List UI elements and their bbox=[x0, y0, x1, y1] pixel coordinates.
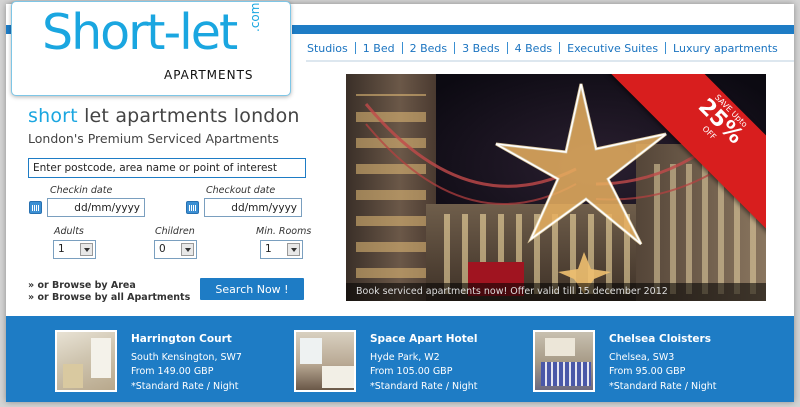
chevron-down-icon[interactable] bbox=[181, 243, 194, 256]
adults-value: 1 bbox=[58, 243, 65, 255]
property-name[interactable]: Harrington Court bbox=[131, 332, 242, 347]
nav-item-4-beds[interactable]: 4 Beds bbox=[508, 42, 560, 55]
property-price: From 95.00 GBP bbox=[609, 366, 686, 377]
headline-rest: let apartments london bbox=[77, 105, 300, 127]
property-location: Chelsea, SW3 bbox=[609, 351, 675, 363]
rooms-value: 1 bbox=[265, 243, 272, 255]
property-info: Harrington Court South Kensington, SW7 F… bbox=[131, 330, 242, 392]
property-thumbnail[interactable] bbox=[533, 330, 595, 392]
property-card[interactable]: Harrington Court South Kensington, SW7 F… bbox=[55, 330, 242, 392]
hero-banner[interactable]: SAVE Upto 25% OFF Book serviced apartmen… bbox=[346, 74, 766, 301]
children-label: Children bbox=[155, 226, 195, 237]
rooms-select[interactable]: 1 bbox=[260, 240, 303, 259]
checkin-calendar-icon[interactable] bbox=[29, 201, 42, 214]
nav-top-bar bbox=[292, 25, 794, 34]
main-nav: Studios 1 Bed 2 Beds 3 Beds 4 Beds Execu… bbox=[300, 38, 785, 58]
nav-item-1-bed[interactable]: 1 Bed bbox=[356, 42, 402, 55]
featured-properties-strip: Harrington Court South Kensington, SW7 F… bbox=[6, 316, 794, 402]
property-thumbnail[interactable] bbox=[294, 330, 356, 392]
location-search-input[interactable] bbox=[28, 158, 306, 178]
property-price: From 149.00 GBP bbox=[131, 366, 214, 377]
hero-caption: Book serviced apartments now! Offer vali… bbox=[346, 283, 766, 301]
checkout-label: Checkout date bbox=[206, 185, 276, 196]
property-location: Hyde Park, W2 bbox=[370, 351, 440, 363]
property-info: Space Apart Hotel Hyde Park, W2 From 105… bbox=[370, 330, 478, 392]
property-card[interactable]: Chelsea Cloisters Chelsea, SW3 From 95.0… bbox=[533, 330, 717, 392]
adults-label: Adults bbox=[54, 226, 84, 237]
property-location: South Kensington, SW7 bbox=[131, 351, 242, 363]
chevron-down-icon[interactable] bbox=[287, 243, 300, 256]
checkin-date-input[interactable] bbox=[47, 198, 145, 217]
checkout-date-input[interactable] bbox=[204, 198, 302, 217]
nav-divider bbox=[306, 60, 794, 62]
nav-item-studios[interactable]: Studios bbox=[300, 42, 355, 55]
rooms-label: Min. Rooms bbox=[256, 226, 312, 237]
checkout-calendar-icon[interactable] bbox=[186, 201, 199, 214]
property-name[interactable]: Space Apart Hotel bbox=[370, 332, 478, 347]
logo-dotcom: .com bbox=[248, 2, 262, 32]
children-select[interactable]: 0 bbox=[154, 240, 197, 259]
logo-wordmark: Short-let bbox=[42, 4, 238, 61]
browse-all-apartments-link[interactable]: » or Browse by all Apartments bbox=[28, 292, 190, 303]
nav-item-2-beds[interactable]: 2 Beds bbox=[403, 42, 455, 55]
headline-highlight: short bbox=[28, 105, 78, 127]
property-price: From 105.00 GBP bbox=[370, 366, 453, 377]
children-value: 0 bbox=[159, 243, 166, 255]
adults-select[interactable]: 1 bbox=[53, 240, 96, 259]
site-logo[interactable]: Short-let .com APARTMENTS bbox=[11, 1, 291, 96]
search-headline: short let apartments london bbox=[28, 105, 300, 127]
property-rate-note: *Standard Rate / Night bbox=[131, 380, 239, 392]
nav-item-luxury-apartments[interactable]: Luxury apartments bbox=[666, 42, 785, 55]
nav-item-executive-suites[interactable]: Executive Suites bbox=[560, 42, 665, 55]
search-now-button[interactable]: Search Now ! bbox=[200, 278, 304, 300]
search-subheading: London's Premium Serviced Apartments bbox=[28, 131, 279, 146]
property-card[interactable]: Space Apart Hotel Hyde Park, W2 From 105… bbox=[294, 330, 478, 392]
property-name[interactable]: Chelsea Cloisters bbox=[609, 332, 717, 347]
browse-by-area-link[interactable]: » or Browse by Area bbox=[28, 280, 136, 291]
property-rate-note: *Standard Rate / Night bbox=[609, 380, 717, 392]
logo-subtitle: APARTMENTS bbox=[164, 68, 254, 82]
property-rate-note: *Standard Rate / Night bbox=[370, 380, 478, 392]
chevron-down-icon[interactable] bbox=[80, 243, 93, 256]
nav-item-3-beds[interactable]: 3 Beds bbox=[455, 42, 507, 55]
property-info: Chelsea Cloisters Chelsea, SW3 From 95.0… bbox=[609, 330, 717, 392]
checkin-label: Checkin date bbox=[50, 185, 113, 196]
property-thumbnail[interactable] bbox=[55, 330, 117, 392]
